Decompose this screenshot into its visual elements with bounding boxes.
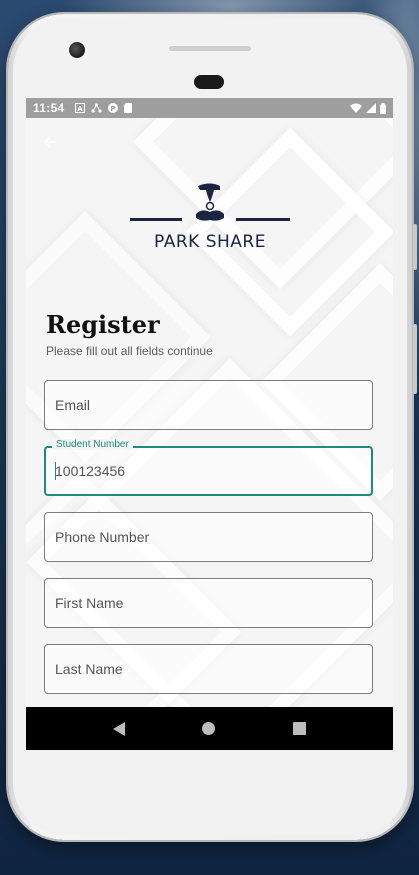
first-name-field[interactable]: First Name [44, 578, 373, 628]
back-arrow-icon[interactable] [40, 132, 60, 152]
student-number-field[interactable]: Student Number 100123456 [44, 439, 373, 496]
phone-number-placeholder: Phone Number [55, 529, 150, 545]
power-button [413, 324, 417, 394]
status-time: 11:54 [33, 101, 65, 115]
student-number-value: 100123456 [55, 463, 126, 479]
signal-icon [366, 103, 376, 113]
last-name-placeholder: Last Name [55, 661, 123, 677]
a-icon: A [74, 103, 85, 113]
app-screen: 11:54 A P PARK SHARE Register Please fil… [26, 98, 393, 750]
status-bar: 11:54 A P [26, 98, 393, 118]
wifi-icon [350, 103, 362, 113]
student-number-label: Student Number [52, 439, 133, 450]
svg-text:P: P [110, 105, 115, 113]
phone-number-field[interactable]: Phone Number [44, 512, 373, 562]
battery-icon [380, 102, 386, 114]
first-name-placeholder: First Name [55, 595, 124, 611]
android-navigation-bar [26, 707, 393, 750]
volume-button [413, 224, 417, 270]
sd-card-icon [123, 103, 132, 113]
p-icon: P [107, 103, 118, 113]
notification-icons: A P [74, 103, 132, 113]
svg-text:A: A [77, 105, 83, 113]
email-field[interactable]: Email [44, 380, 373, 430]
earpiece [194, 75, 224, 89]
nav-home-icon[interactable] [202, 722, 216, 735]
last-name-field[interactable]: Last Name [44, 644, 373, 694]
front-camera [69, 42, 85, 58]
speaker-grille [169, 46, 251, 51]
nav-recents-icon[interactable] [293, 722, 307, 735]
brand-name: PARK SHARE [154, 232, 266, 252]
system-icons [350, 102, 386, 114]
nav-back-icon[interactable] [112, 721, 125, 736]
page-title: Register [46, 310, 160, 339]
network-icon [90, 103, 102, 113]
page-subtitle: Please fill out all fields continue [46, 344, 213, 358]
email-placeholder: Email [55, 397, 91, 413]
